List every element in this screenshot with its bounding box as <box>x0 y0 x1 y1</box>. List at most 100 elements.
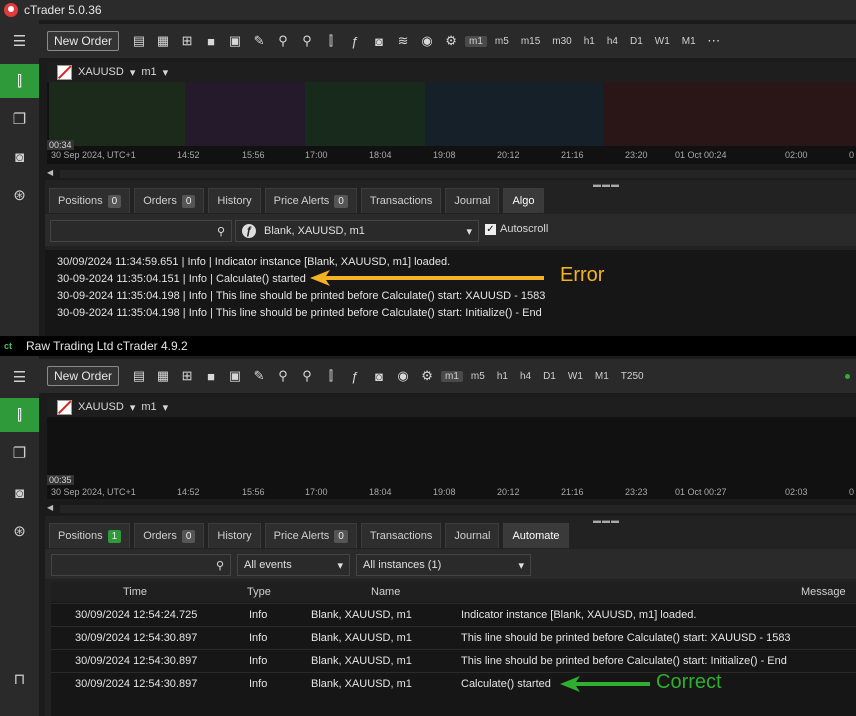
column-time[interactable]: Time <box>123 582 147 602</box>
more-icon[interactable]: ⋯ <box>704 31 724 51</box>
symbol-selector[interactable]: XAUUSD <box>78 401 124 413</box>
table-row[interactable]: 30/09/2024 12:54:30.897 Info Blank, XAUU… <box>51 626 856 650</box>
analyze-icon[interactable]: ⊛ <box>0 514 39 548</box>
single-view-icon[interactable]: ■ <box>201 31 221 51</box>
zoom-out-icon[interactable]: ⚲ <box>273 31 293 51</box>
scroll-left-icon[interactable]: ◀ <box>47 503 53 512</box>
multi-view-icon[interactable]: ▣ <box>225 31 245 51</box>
apps-icon[interactable]: ⊓ <box>0 662 39 696</box>
tab-automate[interactable]: Automate <box>503 523 569 548</box>
tab-transactions[interactable]: Transactions <box>360 523 442 548</box>
tf-t250[interactable]: T250 <box>617 371 648 382</box>
chart-area[interactable]: XAUUSD ▾ m1 ▾ 00:35 30 Sep 2024, UTC+1 1… <box>47 397 856 499</box>
tab-orders[interactable]: Orders 0 <box>134 188 205 213</box>
tab-positions[interactable]: Positions 0 <box>49 188 131 213</box>
tf-d1[interactable]: D1 <box>626 36 647 47</box>
tf-h4[interactable]: h4 <box>603 36 622 47</box>
chevron-down-icon[interactable]: ▾ <box>130 401 136 414</box>
layout-icon[interactable]: ▦ <box>153 366 173 386</box>
layers-icon[interactable]: ≋ <box>393 31 413 51</box>
tab-history[interactable]: History <box>208 523 261 548</box>
tab-transactions[interactable]: Transactions <box>360 188 442 213</box>
tf-mn1[interactable]: M1 <box>678 36 700 47</box>
period-selector[interactable]: m1 <box>141 401 156 413</box>
indicator-icon[interactable]: ƒ <box>345 366 365 386</box>
tf-m30[interactable]: m30 <box>548 36 575 47</box>
zoom-out-icon[interactable]: ⚲ <box>273 366 293 386</box>
chart-scrollbar[interactable] <box>60 170 856 178</box>
column-type[interactable]: Type <box>247 582 271 602</box>
tab-journal[interactable]: Journal <box>445 523 500 548</box>
grid-icon[interactable]: ⊞ <box>177 366 197 386</box>
settings-icon[interactable]: ⚙ <box>441 31 461 51</box>
chart-settings-icon[interactable]: ▤ <box>129 366 149 386</box>
tf-m5[interactable]: m5 <box>491 36 513 47</box>
chart-scrollbar[interactable] <box>60 505 856 513</box>
chevron-down-icon[interactable]: ▾ <box>163 401 169 414</box>
search-icon[interactable]: ⚲ <box>216 559 224 572</box>
tf-h1[interactable]: h1 <box>580 36 599 47</box>
zoom-in-icon[interactable]: ⚲ <box>297 366 317 386</box>
table-row[interactable]: 30/09/2024 12:54:30.897 Info Blank, XAUU… <box>51 672 856 696</box>
eye-icon[interactable]: ◉ <box>417 31 437 51</box>
chart-settings-icon[interactable]: ▤ <box>129 31 149 51</box>
tab-journal[interactable]: Journal <box>445 188 500 213</box>
tab-positions[interactable]: Positions 1 <box>49 523 131 548</box>
tf-w1[interactable]: W1 <box>651 36 674 47</box>
tf-m15[interactable]: m15 <box>517 36 544 47</box>
period-selector[interactable]: m1 <box>141 66 156 78</box>
single-view-icon[interactable]: ■ <box>201 366 221 386</box>
grid-icon[interactable]: ⊞ <box>177 31 197 51</box>
tab-history[interactable]: History <box>208 188 261 213</box>
tab-price-alerts[interactable]: Price Alerts 0 <box>264 523 357 548</box>
tf-w1[interactable]: W1 <box>564 371 587 382</box>
search-input[interactable]: ⚲ <box>50 220 232 242</box>
copy-icon[interactable]: ❐ <box>0 436 39 470</box>
trade-icon[interactable]: ⫿ <box>0 398 39 432</box>
automate-robot-icon[interactable]: ◙ <box>0 476 39 510</box>
table-row[interactable]: 30/09/2024 12:54:30.897 Info Blank, XAUU… <box>51 649 856 673</box>
copy-icon[interactable]: ❐ <box>0 102 39 136</box>
search-input[interactable]: ⚲ <box>51 554 231 576</box>
menu-icon[interactable]: ☰ <box>0 360 39 394</box>
new-order-button[interactable]: New Order <box>47 366 120 386</box>
drawing-icon[interactable]: ✎ <box>249 366 269 386</box>
tf-mn1[interactable]: M1 <box>591 371 613 382</box>
table-row[interactable]: 30/09/2024 12:54:24.725 Info Blank, XAUU… <box>51 603 856 627</box>
search-icon[interactable]: ⚲ <box>217 225 225 238</box>
instances-select[interactable]: All instances (1) ▾ <box>356 554 531 576</box>
instance-select[interactable]: ƒ Blank, XAUUSD, m1 ▾ <box>235 220 479 242</box>
chart-type-icon[interactable]: ⫿ <box>321 31 341 51</box>
automate-robot-icon[interactable]: ◙ <box>0 140 39 174</box>
column-name[interactable]: Name <box>371 582 400 602</box>
zoom-in-icon[interactable]: ⚲ <box>297 31 317 51</box>
tf-m1[interactable]: m1 <box>465 35 487 47</box>
menu-icon[interactable]: ☰ <box>0 24 39 58</box>
tf-h1[interactable]: h1 <box>493 371 512 382</box>
checkbox-icon[interactable]: ✓ <box>485 223 496 235</box>
chart-area[interactable]: XAUUSD ▾ m1 ▾ 00:34 30 Sep 2024, UTC+1 1… <box>47 62 856 164</box>
bot-icon[interactable]: ◙ <box>369 366 389 386</box>
column-message[interactable]: Message <box>801 582 846 602</box>
tab-price-alerts[interactable]: Price Alerts 0 <box>264 188 357 213</box>
drawing-icon[interactable]: ✎ <box>249 31 269 51</box>
eye-icon[interactable]: ◉ <box>393 366 413 386</box>
tab-algo[interactable]: Algo <box>503 188 544 213</box>
tf-m5[interactable]: m5 <box>467 371 489 382</box>
autoscroll-checkbox[interactable]: ✓ Autoscroll <box>485 223 548 235</box>
trade-icon[interactable]: ⫿ <box>0 64 39 98</box>
settings-icon[interactable]: ⚙ <box>417 366 437 386</box>
symbol-selector[interactable]: XAUUSD <box>78 66 124 78</box>
chevron-down-icon[interactable]: ▾ <box>130 66 136 79</box>
layout-icon[interactable]: ▦ <box>153 31 173 51</box>
tab-orders[interactable]: Orders 0 <box>134 523 205 548</box>
chart-type-icon[interactable]: ⫿ <box>321 366 341 386</box>
events-select[interactable]: All events ▾ <box>237 554 350 576</box>
bot-icon[interactable]: ◙ <box>369 31 389 51</box>
tf-m1[interactable]: m1 <box>441 370 463 382</box>
analyze-icon[interactable]: ⊛ <box>0 178 39 212</box>
scroll-left-icon[interactable]: ◀ <box>47 168 53 177</box>
tf-h4[interactable]: h4 <box>516 371 535 382</box>
multi-view-icon[interactable]: ▣ <box>225 366 245 386</box>
indicator-icon[interactable]: ƒ <box>345 31 365 51</box>
